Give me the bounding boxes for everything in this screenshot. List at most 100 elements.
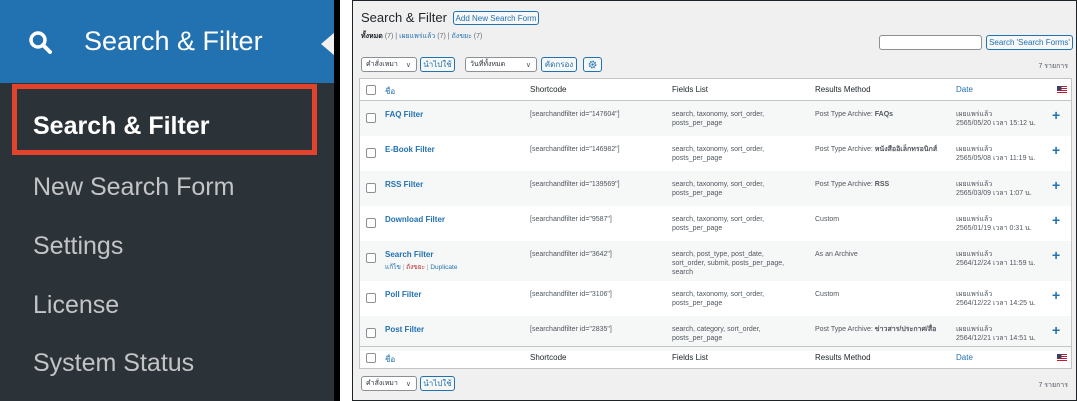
row-checkbox[interactable]	[366, 148, 376, 158]
row-fields-list: search, taxonomy, sort_order, posts_per_p…	[672, 146, 765, 162]
add-translation-plus-icon[interactable]: +	[1052, 322, 1060, 338]
admin-submenu-panel: Search & Filter Search & Filter New Sear…	[0, 0, 340, 401]
add-translation-plus-icon[interactable]: +	[1052, 142, 1060, 158]
row-fields-list: search, taxonomy, sort_order, posts_per_p…	[672, 291, 765, 307]
row-results-method: Post Type Archive: ข่าวสาร/ประกาศ/สื่อ	[815, 326, 937, 333]
filter-button[interactable]: คัดกรอง	[541, 57, 577, 72]
menu-current-arrow-icon	[321, 32, 334, 56]
column-footer-date[interactable]: Date	[956, 353, 973, 362]
column-header-date[interactable]: Date	[956, 85, 973, 94]
row-results-method: Post Type Archive: หนังสืออิเล็กทรอนิกส์	[815, 146, 938, 153]
row-results-method: Custom	[815, 216, 840, 223]
row-date: เผยแพร่แล้ว 2565/03/09 เวลา 1:07 น.	[956, 181, 1032, 197]
row-action-separator: |	[426, 264, 429, 271]
item-count: 7 รายการ	[1038, 63, 1068, 70]
table-row: Search Filter แก้ไข | ถังขยะ | Duplicate…	[360, 241, 1071, 281]
row-checkbox[interactable]	[366, 218, 376, 228]
table-row: E-Book Filter [searchandfilter id="14698…	[360, 136, 1071, 171]
submenu-item-new-search-form[interactable]: New Search Form	[33, 173, 234, 202]
row-fields-list: search, taxonomy, sort_order, posts_per_p…	[672, 111, 765, 127]
view-separator: |	[395, 33, 398, 40]
row-fields-list: search, post_type, post_date, sort_order,…	[672, 251, 785, 276]
table-header-row: ชื่อ Shortcode Fields List Results Metho…	[360, 79, 1071, 101]
item-count-bottom: 7 รายการ	[1038, 382, 1068, 389]
search-search-forms-button[interactable]: Search 'Search Forms'	[986, 35, 1073, 50]
view-all-count: (7)	[384, 33, 394, 40]
bulk-action-select-value: คำสั่งเหมา	[366, 380, 398, 387]
bulk-action-select[interactable]: คำสั่งเหมา ∨	[361, 57, 417, 72]
row-shortcode: [searchandfilter id="146982"]	[530, 146, 620, 153]
add-new-search-form-button[interactable]: Add New Search Form	[453, 11, 539, 25]
column-header-fields-list: Fields List	[672, 85, 709, 94]
row-date: เผยแพร่แล้ว 2564/12/22 เวลา 14:25 น.	[956, 291, 1036, 307]
search-forms-table: ชื่อ Shortcode Fields List Results Metho…	[359, 78, 1072, 369]
column-footer-shortcode: Shortcode	[530, 353, 567, 362]
add-translation-plus-icon[interactable]: +	[1052, 247, 1060, 263]
bulk-apply-button-bottom[interactable]: นำไปใช้	[420, 376, 455, 391]
add-translation-plus-icon[interactable]: +	[1052, 107, 1060, 123]
table-footer-row: ชื่อ Shortcode Fields List Results Metho…	[360, 346, 1071, 368]
select-all-checkbox[interactable]	[366, 85, 376, 95]
chevron-down-icon: ∨	[405, 62, 411, 69]
add-translation-plus-icon[interactable]: +	[1052, 177, 1060, 193]
column-header-shortcode: Shortcode	[530, 85, 567, 94]
gear-icon	[588, 60, 597, 69]
view-published-link[interactable]: เผยแพร่แล้ว	[399, 33, 435, 40]
submenu-item-license[interactable]: License	[33, 291, 119, 320]
chevron-down-icon: ∨	[525, 62, 531, 69]
row-shortcode: [searchandfilter id="139569"]	[530, 181, 620, 188]
row-results-method: Post Type Archive: FAQs	[815, 111, 894, 118]
add-translation-plus-icon[interactable]: +	[1052, 212, 1060, 228]
row-fields-list: search, category, sort_order, posts_per_p…	[672, 326, 761, 342]
row-shortcode: [searchandfilter id="2835"]	[530, 326, 612, 333]
column-footer-fields-list: Fields List	[672, 353, 709, 362]
highlight-box	[12, 84, 317, 155]
search-input[interactable]	[879, 35, 982, 50]
add-translation-plus-icon[interactable]: +	[1052, 287, 1060, 303]
row-title-link[interactable]: Search Filter	[385, 250, 433, 259]
row-title-link[interactable]: RSS Filter	[385, 180, 423, 189]
row-action-trash[interactable]: ถังขยะ	[406, 264, 425, 271]
row-fields-list: search, taxonomy, sort_order, posts_per_p…	[672, 181, 765, 197]
page-title: Search & Filter	[361, 10, 447, 25]
view-all-link[interactable]: ทั้งหมด	[361, 33, 383, 40]
menu-header-search-filter[interactable]: Search & Filter	[0, 0, 334, 83]
row-title-link[interactable]: FAQ Filter	[385, 110, 423, 119]
row-title-link[interactable]: Poll Filter	[385, 290, 421, 299]
bulk-apply-button[interactable]: นำไปใช้	[420, 57, 455, 72]
date-filter-select[interactable]: วันที่ทั้งหมด ∨	[465, 57, 537, 72]
column-header-title[interactable]: ชื่อ	[385, 85, 395, 98]
magnifier-icon	[29, 31, 52, 54]
filter-settings-button[interactable]	[583, 57, 602, 72]
view-published-count: (7)	[437, 33, 446, 40]
row-title-link[interactable]: E-Book Filter	[385, 145, 435, 154]
view-trash-link[interactable]: ถังขยะ	[452, 33, 472, 40]
submenu-item-system-status[interactable]: System Status	[33, 349, 194, 378]
column-footer-results-method: Results Method	[815, 353, 871, 362]
row-shortcode: [searchandfilter id="147604"]	[530, 111, 620, 118]
column-footer-title[interactable]: ชื่อ	[385, 353, 395, 366]
row-checkbox[interactable]	[366, 183, 376, 193]
row-checkbox[interactable]	[366, 113, 376, 123]
row-checkbox[interactable]	[366, 253, 376, 263]
table-row: Download Filter [searchandfilter id="958…	[360, 206, 1071, 241]
row-checkbox[interactable]	[366, 293, 376, 303]
language-flag-icon	[1057, 86, 1067, 93]
view-trash-count: (7)	[473, 33, 483, 40]
select-all-checkbox[interactable]	[366, 353, 376, 363]
bulk-action-select-bottom[interactable]: คำสั่งเหมา ∨	[361, 376, 417, 391]
row-results-method: As an Archive	[815, 251, 858, 258]
row-action-duplicate[interactable]: Duplicate	[430, 264, 457, 271]
submenu-item-settings[interactable]: Settings	[33, 232, 123, 261]
row-checkbox[interactable]	[366, 328, 376, 338]
row-date: เผยแพร่แล้ว 2564/12/24 เวลา 11:59 น.	[956, 251, 1036, 267]
row-results-method: Custom	[815, 291, 840, 298]
view-separator: |	[447, 33, 450, 40]
row-actions: แก้ไข | ถังขยะ | Duplicate	[385, 262, 457, 272]
row-fields-list: search, taxonomy, sort_order, posts_per_p…	[672, 216, 765, 232]
row-title-link[interactable]: Download Filter	[385, 215, 445, 224]
row-action-edit[interactable]: แก้ไข	[385, 264, 401, 271]
row-title-link[interactable]: Post Filter	[385, 325, 424, 334]
table-row: Poll Filter [searchandfilter id="3106"] …	[360, 281, 1071, 316]
view-filter-links: ทั้งหมด (7) | เผยแพร่แล้ว (7) | ถังขยะ (…	[361, 31, 482, 42]
